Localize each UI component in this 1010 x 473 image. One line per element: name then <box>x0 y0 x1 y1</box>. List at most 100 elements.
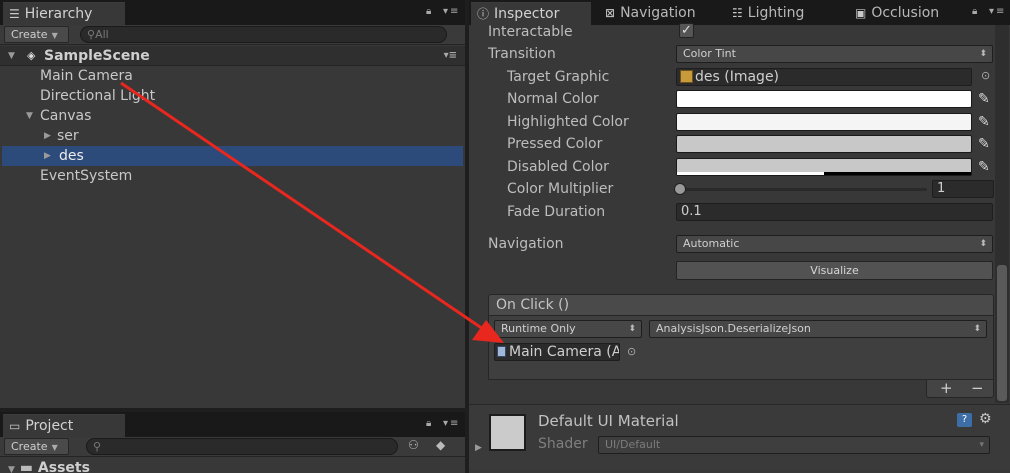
target-graphic-row: Target Graphic des (Image) ⊙ <box>507 68 991 86</box>
gear-icon[interactable]: ⚙ <box>979 411 992 427</box>
navigation-row: Navigation Automatic ⬍ <box>469 233 1010 255</box>
fold-arrow-icon[interactable]: ▼ <box>8 46 15 66</box>
create-button[interactable]: Create ▼ <box>4 438 69 455</box>
scene-menu-icon[interactable]: ▾≡ <box>444 46 457 66</box>
dropdown-arrow-icon: ⬍ <box>973 324 981 334</box>
material-section: Default UI Material Shader UI/Default ▾ ?… <box>469 404 1010 469</box>
folder-icon: ▬ <box>19 460 34 473</box>
object-picker-icon[interactable]: ⊙ <box>981 69 990 82</box>
expand-arrow-icon[interactable]: ▶ <box>44 146 51 166</box>
help-icon[interactable]: ? <box>957 413 972 427</box>
lock-icon[interactable]: 🔒︎ <box>972 6 979 17</box>
dropdown-arrow-icon: ⬍ <box>979 49 987 59</box>
list-icon: ☰ <box>9 7 20 21</box>
shader-dropdown[interactable]: UI/Default ▾ <box>598 436 990 454</box>
expand-arrow-icon[interactable]: ▶ <box>475 443 482 453</box>
visualize-button[interactable]: Visualize <box>676 261 993 280</box>
transition-row: Transition Color Tint ⬍ <box>469 43 1010 65</box>
scrollbar-thumb[interactable] <box>997 265 1007 401</box>
material-name: Default UI Material <box>538 412 679 430</box>
target-graphic-field[interactable]: des (Image) <box>676 68 972 86</box>
unity-icon: ◈ <box>27 49 36 62</box>
filter-by-type-icon[interactable]: ⚇ <box>408 438 419 452</box>
dropdown-arrow-icon: ⬍ <box>979 239 987 249</box>
chevron-down-icon: ▼ <box>51 443 58 452</box>
tab-hierarchy[interactable]: ☰ Hierarchy <box>3 2 125 25</box>
filter-by-label-icon[interactable]: ◆ <box>436 438 445 452</box>
assets-folder-row[interactable]: ▼ ▬ Assets <box>8 460 90 473</box>
dropdown-arrow-icon: ⬍ <box>628 324 636 334</box>
eyedropper-icon[interactable]: ✎ <box>978 159 994 175</box>
interactable-checkbox[interactable]: ✓ <box>679 23 694 38</box>
panel-menu-icon[interactable]: ▾≡ <box>443 418 460 429</box>
script-icon <box>497 346 506 357</box>
hierarchy-item-des[interactable]: ▶ des <box>2 146 463 166</box>
hierarchy-item-main-camera[interactable]: Main Camera <box>0 66 465 86</box>
lock-icon[interactable]: 🔒︎ <box>426 418 433 429</box>
onclick-footer: + − <box>926 380 994 398</box>
object-picker-icon[interactable]: ⊙ <box>627 345 636 358</box>
shader-label: Shader <box>538 436 588 452</box>
lock-icon[interactable]: 🔒︎ <box>426 6 433 17</box>
project-panel: ▭ Project 🔒︎ ▾≡ Create ▼ ⚲ ⚇ ◆ ▼ ▬ Assets <box>0 412 465 473</box>
expand-arrow-icon[interactable]: ▶ <box>44 126 51 146</box>
panel-menu-icon[interactable]: ▾≡ <box>443 6 460 17</box>
highlighted-color-swatch[interactable] <box>676 113 972 131</box>
normal-color-swatch[interactable] <box>676 90 972 108</box>
fold-arrow-icon[interactable]: ▼ <box>26 106 33 126</box>
remove-listener-button[interactable]: − <box>971 380 984 396</box>
highlighted-color-row: Highlighted Color ✎ <box>469 111 1010 133</box>
color-multiplier-row: Color Multiplier 1 <box>469 178 1010 200</box>
scene-row[interactable]: ▼ ◈ SampleScene ▾≡ <box>0 46 465 66</box>
color-multiplier-slider-track[interactable] <box>677 188 927 191</box>
alpha-bar <box>824 172 971 175</box>
onclick-header: On Click () <box>488 294 994 316</box>
color-multiplier-slider-thumb[interactable] <box>674 183 686 195</box>
hierarchy-toolbar: Create ▼ ⚲All <box>0 25 465 45</box>
target-object-field[interactable]: Main Camera (A <box>494 343 620 361</box>
chevron-down-icon: ▼ <box>51 31 58 40</box>
fade-duration-input[interactable]: 0.1 <box>676 203 993 221</box>
alpha-bar-white <box>677 172 824 175</box>
hierarchy-tabbar: ☰ Hierarchy 🔒︎ ▾≡ <box>0 0 465 25</box>
interactable-row: Interactable ✓ <box>469 21 1010 43</box>
pressed-color-row: Pressed Color ✎ <box>469 133 1010 155</box>
search-icon: ⚲ <box>87 28 96 41</box>
search-input[interactable]: ⚲ <box>86 438 398 455</box>
tab-project[interactable]: ▭ Project <box>3 414 125 437</box>
color-multiplier-input[interactable]: 1 <box>932 180 994 198</box>
transition-dropdown[interactable]: Color Tint ⬍ <box>676 45 993 63</box>
onclick-listener: Runtime Only ⬍ AnalysisJson.DeserializeJs… <box>488 316 994 380</box>
pressed-color-swatch[interactable] <box>676 135 972 153</box>
eyedropper-icon[interactable]: ✎ <box>978 91 994 107</box>
inspector-scrollbar[interactable] <box>995 25 1009 403</box>
hierarchy-item-ser[interactable]: ▶ ser <box>0 126 465 146</box>
image-icon <box>680 70 693 83</box>
create-button[interactable]: Create ▼ <box>4 26 69 43</box>
hierarchy-item-directional-light[interactable]: Directional Light <box>0 86 465 106</box>
search-input[interactable]: ⚲All <box>80 26 447 43</box>
dropdown-arrow-icon: ▾ <box>979 440 984 450</box>
hierarchy-item-canvas[interactable]: ▼ Canvas <box>0 106 465 126</box>
runtime-dropdown[interactable]: Runtime Only ⬍ <box>494 320 642 338</box>
navigation-dropdown[interactable]: Automatic ⬍ <box>676 235 993 253</box>
disabled-color-swatch[interactable] <box>676 158 972 176</box>
panel-menu-icon[interactable]: ▾≡ <box>989 6 1006 17</box>
project-toolbar: Create ▼ ⚲ ⚇ ◆ <box>0 437 465 457</box>
hierarchy-item-eventsystem[interactable]: EventSystem <box>0 166 465 186</box>
hierarchy-tree: ▼ ◈ SampleScene ▾≡ Main Camera Direction… <box>0 46 465 186</box>
onclick-event-box: On Click () Runtime Only ⬍ AnalysisJson.D… <box>488 294 994 402</box>
function-dropdown[interactable]: AnalysisJson.DeserializeJson ⬍ <box>649 320 987 338</box>
folder-icon: ▭ <box>9 419 21 433</box>
normal-color-row: Normal Color ✎ <box>469 88 1010 110</box>
eyedropper-icon[interactable]: ✎ <box>978 114 994 130</box>
eyedropper-icon[interactable]: ✎ <box>978 136 994 152</box>
disabled-color-row: Disabled Color ✎ <box>469 156 1010 178</box>
fold-arrow-icon[interactable]: ▼ <box>8 465 15 473</box>
material-preview[interactable] <box>489 414 526 451</box>
fade-duration-row: Fade Duration 0.1 <box>469 201 1010 223</box>
add-listener-button[interactable]: + <box>940 380 953 396</box>
search-icon: ⚲ <box>93 440 102 453</box>
inspector-panel: ⓘ Inspector ⊠ Navigation ☷ Lighting ▣ Occlus… <box>469 0 1010 473</box>
project-tabbar: ▭ Project 🔒︎ ▾≡ <box>0 412 465 437</box>
